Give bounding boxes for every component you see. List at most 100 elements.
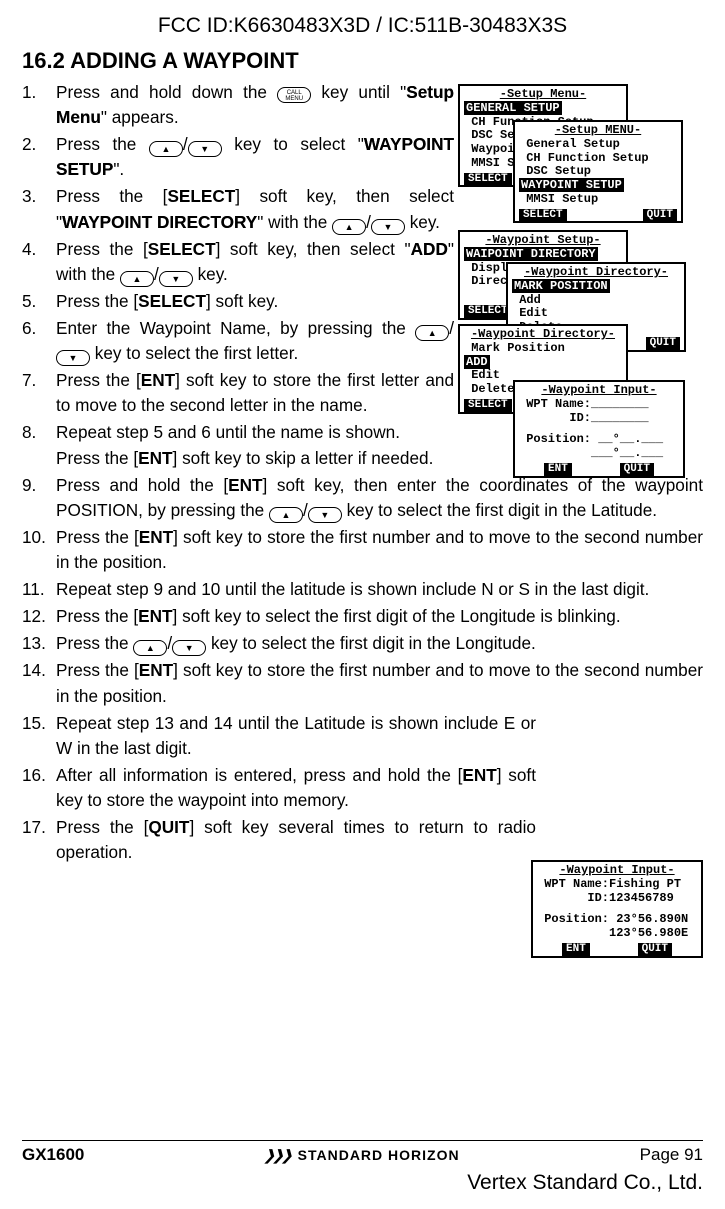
s4-f: key.: [193, 264, 228, 284]
lcd4-hl: MARK POSITION: [512, 279, 610, 293]
lcd-waypoint-input-filled: -Waypoint Input- WPT Name:Fishing PT ID:…: [531, 860, 703, 958]
s14-b: ENT: [139, 660, 173, 680]
s13-b: key to select the first digit in the Lon…: [206, 633, 536, 653]
lcd-stack: -Setup Menu- GENERAL SETUP CH Function S…: [458, 84, 703, 464]
up-key-icon: [133, 640, 167, 656]
down-key-icon: [172, 640, 206, 656]
lcd5-title: -Waypoint Directory-: [464, 328, 622, 342]
footer-model: GX1600: [22, 1145, 84, 1165]
s6-a: Enter the Waypoint Name, by pressing the: [56, 318, 415, 338]
s3-a: Press the [: [56, 186, 167, 206]
lcd2-r3: DSC Setup: [519, 165, 677, 179]
lcd-setup-menu-2: -Setup MENU- General Setup CH Function S…: [513, 120, 683, 223]
s1-d: " appears.: [101, 107, 179, 127]
s7-b: ENT: [141, 370, 175, 390]
s17-b: QUIT: [148, 817, 189, 837]
lcd5-hl: ADD: [464, 355, 490, 369]
content-area: -Setup Menu- GENERAL SETUP CH Function S…: [22, 80, 703, 865]
down-key-icon: [308, 507, 342, 523]
down-key-icon: [56, 350, 90, 366]
step-12: 12. Press the [ENT] soft key to select t…: [22, 604, 703, 629]
s4-a: Press the [: [56, 239, 148, 259]
fcc-id-header: FCC ID:K6630483X3D / IC:511B-30483X3S: [22, 14, 703, 38]
lcd1-hl: GENERAL SETUP: [464, 101, 562, 115]
lcd2-hl: WAYPOINT SETUP: [519, 178, 624, 192]
s8-c: ENT: [138, 448, 172, 468]
lcd4-r1: Add: [512, 294, 680, 308]
s14-a: Press the [: [56, 660, 139, 680]
lcd6-r1: WPT Name:________: [519, 398, 679, 412]
step-10: 10. Press the [ENT] soft key to store th…: [22, 525, 703, 575]
s12-b: ENT: [138, 606, 172, 626]
lcd2-br: QUIT: [643, 209, 677, 222]
s6-b: key to select the first letter.: [90, 343, 298, 363]
up-key-icon: [120, 271, 154, 287]
s4-d: ADD: [411, 239, 448, 259]
lcd6-r3: Position: __°__.___: [519, 433, 679, 447]
s8-b: Press the [: [56, 448, 138, 468]
lcd6-br: QUIT: [620, 463, 654, 476]
lcd2-r4: MMSI Setup: [519, 193, 677, 207]
lcd1-title: -Setup Menu-: [464, 88, 622, 102]
lcd7-r2: ID:123456789: [537, 892, 697, 906]
lcd2-bl: SELECT: [519, 209, 567, 222]
step-17: 17. Press the [QUIT] soft key several ti…: [22, 815, 703, 865]
step-11: 11. Repeat step 9 and 10 until the latit…: [22, 577, 703, 602]
lcd7-title: -Waypoint Input-: [537, 864, 697, 878]
s16-b: ENT: [462, 765, 496, 785]
lcd4-br: QUIT: [646, 337, 680, 350]
lcd2-title: -Setup MENU-: [519, 124, 677, 138]
s4-b: SELECT: [148, 239, 216, 259]
s8-d: ] soft key to skip a letter if needed.: [173, 448, 434, 468]
lcd-waypoint-input: -Waypoint Input- WPT Name:________ ID:__…: [513, 380, 685, 478]
step-13: 13. Press the / key to select the first …: [22, 631, 703, 656]
up-key-icon: [149, 141, 183, 157]
s1-a: Press and hold down the: [56, 82, 277, 102]
s5-c: ] soft key.: [206, 291, 278, 311]
s10-a: Press the [: [56, 527, 139, 547]
s2-b: key to select ": [222, 134, 364, 154]
footer-brand: ❯❯❯STANDARD HORIZON: [264, 1147, 459, 1164]
lcd6-title: -Waypoint Input-: [519, 384, 679, 398]
up-key-icon: [269, 507, 303, 523]
section-title: 16.2 ADDING A WAYPOINT: [22, 48, 703, 74]
lcd5-r0: Mark Position: [464, 342, 622, 356]
s17-a: Press the [: [56, 817, 148, 837]
s9-d: key to select the first digit in the Lat…: [342, 500, 657, 520]
company-name: Vertex Standard Co., Ltd.: [467, 1171, 703, 1195]
footer-page: Page 91: [640, 1145, 703, 1165]
s3-e: " with the: [257, 212, 332, 232]
footer-brand-text: STANDARD HORIZON: [298, 1147, 460, 1163]
s9-a: Press and hold the [: [56, 475, 228, 495]
lcd5-bl: SELECT: [464, 399, 512, 412]
s5-a: Press the [: [56, 291, 138, 311]
step-14: 14. Press the [ENT] soft key to store th…: [22, 658, 703, 708]
s2-d: ".: [113, 159, 124, 179]
lcd7-br: QUIT: [638, 943, 672, 956]
s3-b: SELECT: [167, 186, 235, 206]
lcd7-bl: ENT: [562, 943, 590, 956]
s7-a: Press the [: [56, 370, 141, 390]
step-9: 9. Press and hold the [ENT] soft key, th…: [22, 473, 703, 523]
s12-c: ] soft key to select the first digit of …: [173, 606, 621, 626]
lcd4-r2: Edit: [512, 307, 680, 321]
lcd4-title: -Waypoint Directory-: [512, 266, 680, 280]
down-key-icon: [188, 141, 222, 157]
s9-b: ENT: [228, 475, 262, 495]
s3-f: key.: [405, 212, 440, 232]
lcd6-bl: ENT: [544, 463, 572, 476]
s15: Repeat step 13 and 14 until the Latitude…: [56, 711, 536, 761]
lcd3-bl: SELECT: [464, 305, 512, 318]
lcd7-r3: Position: 23°56.890N: [537, 913, 697, 927]
lcd2-r2: CH Function Setup: [519, 152, 677, 166]
down-key-icon: [371, 219, 405, 235]
s3-d: WAYPOINT DIRECTORY: [62, 212, 257, 232]
lcd3-hl: WAIPOINT DIRECTORY: [464, 247, 598, 261]
s12-a: Press the [: [56, 606, 138, 626]
s2-a: Press the: [56, 134, 149, 154]
up-key-icon: [415, 325, 449, 341]
lcd1-bl: SELECT: [464, 173, 512, 186]
lcd7-r4: 123°56.980E: [537, 927, 697, 941]
s5-b: SELECT: [138, 291, 206, 311]
page-footer: GX1600 ❯❯❯STANDARD HORIZON Page 91: [22, 1140, 703, 1165]
